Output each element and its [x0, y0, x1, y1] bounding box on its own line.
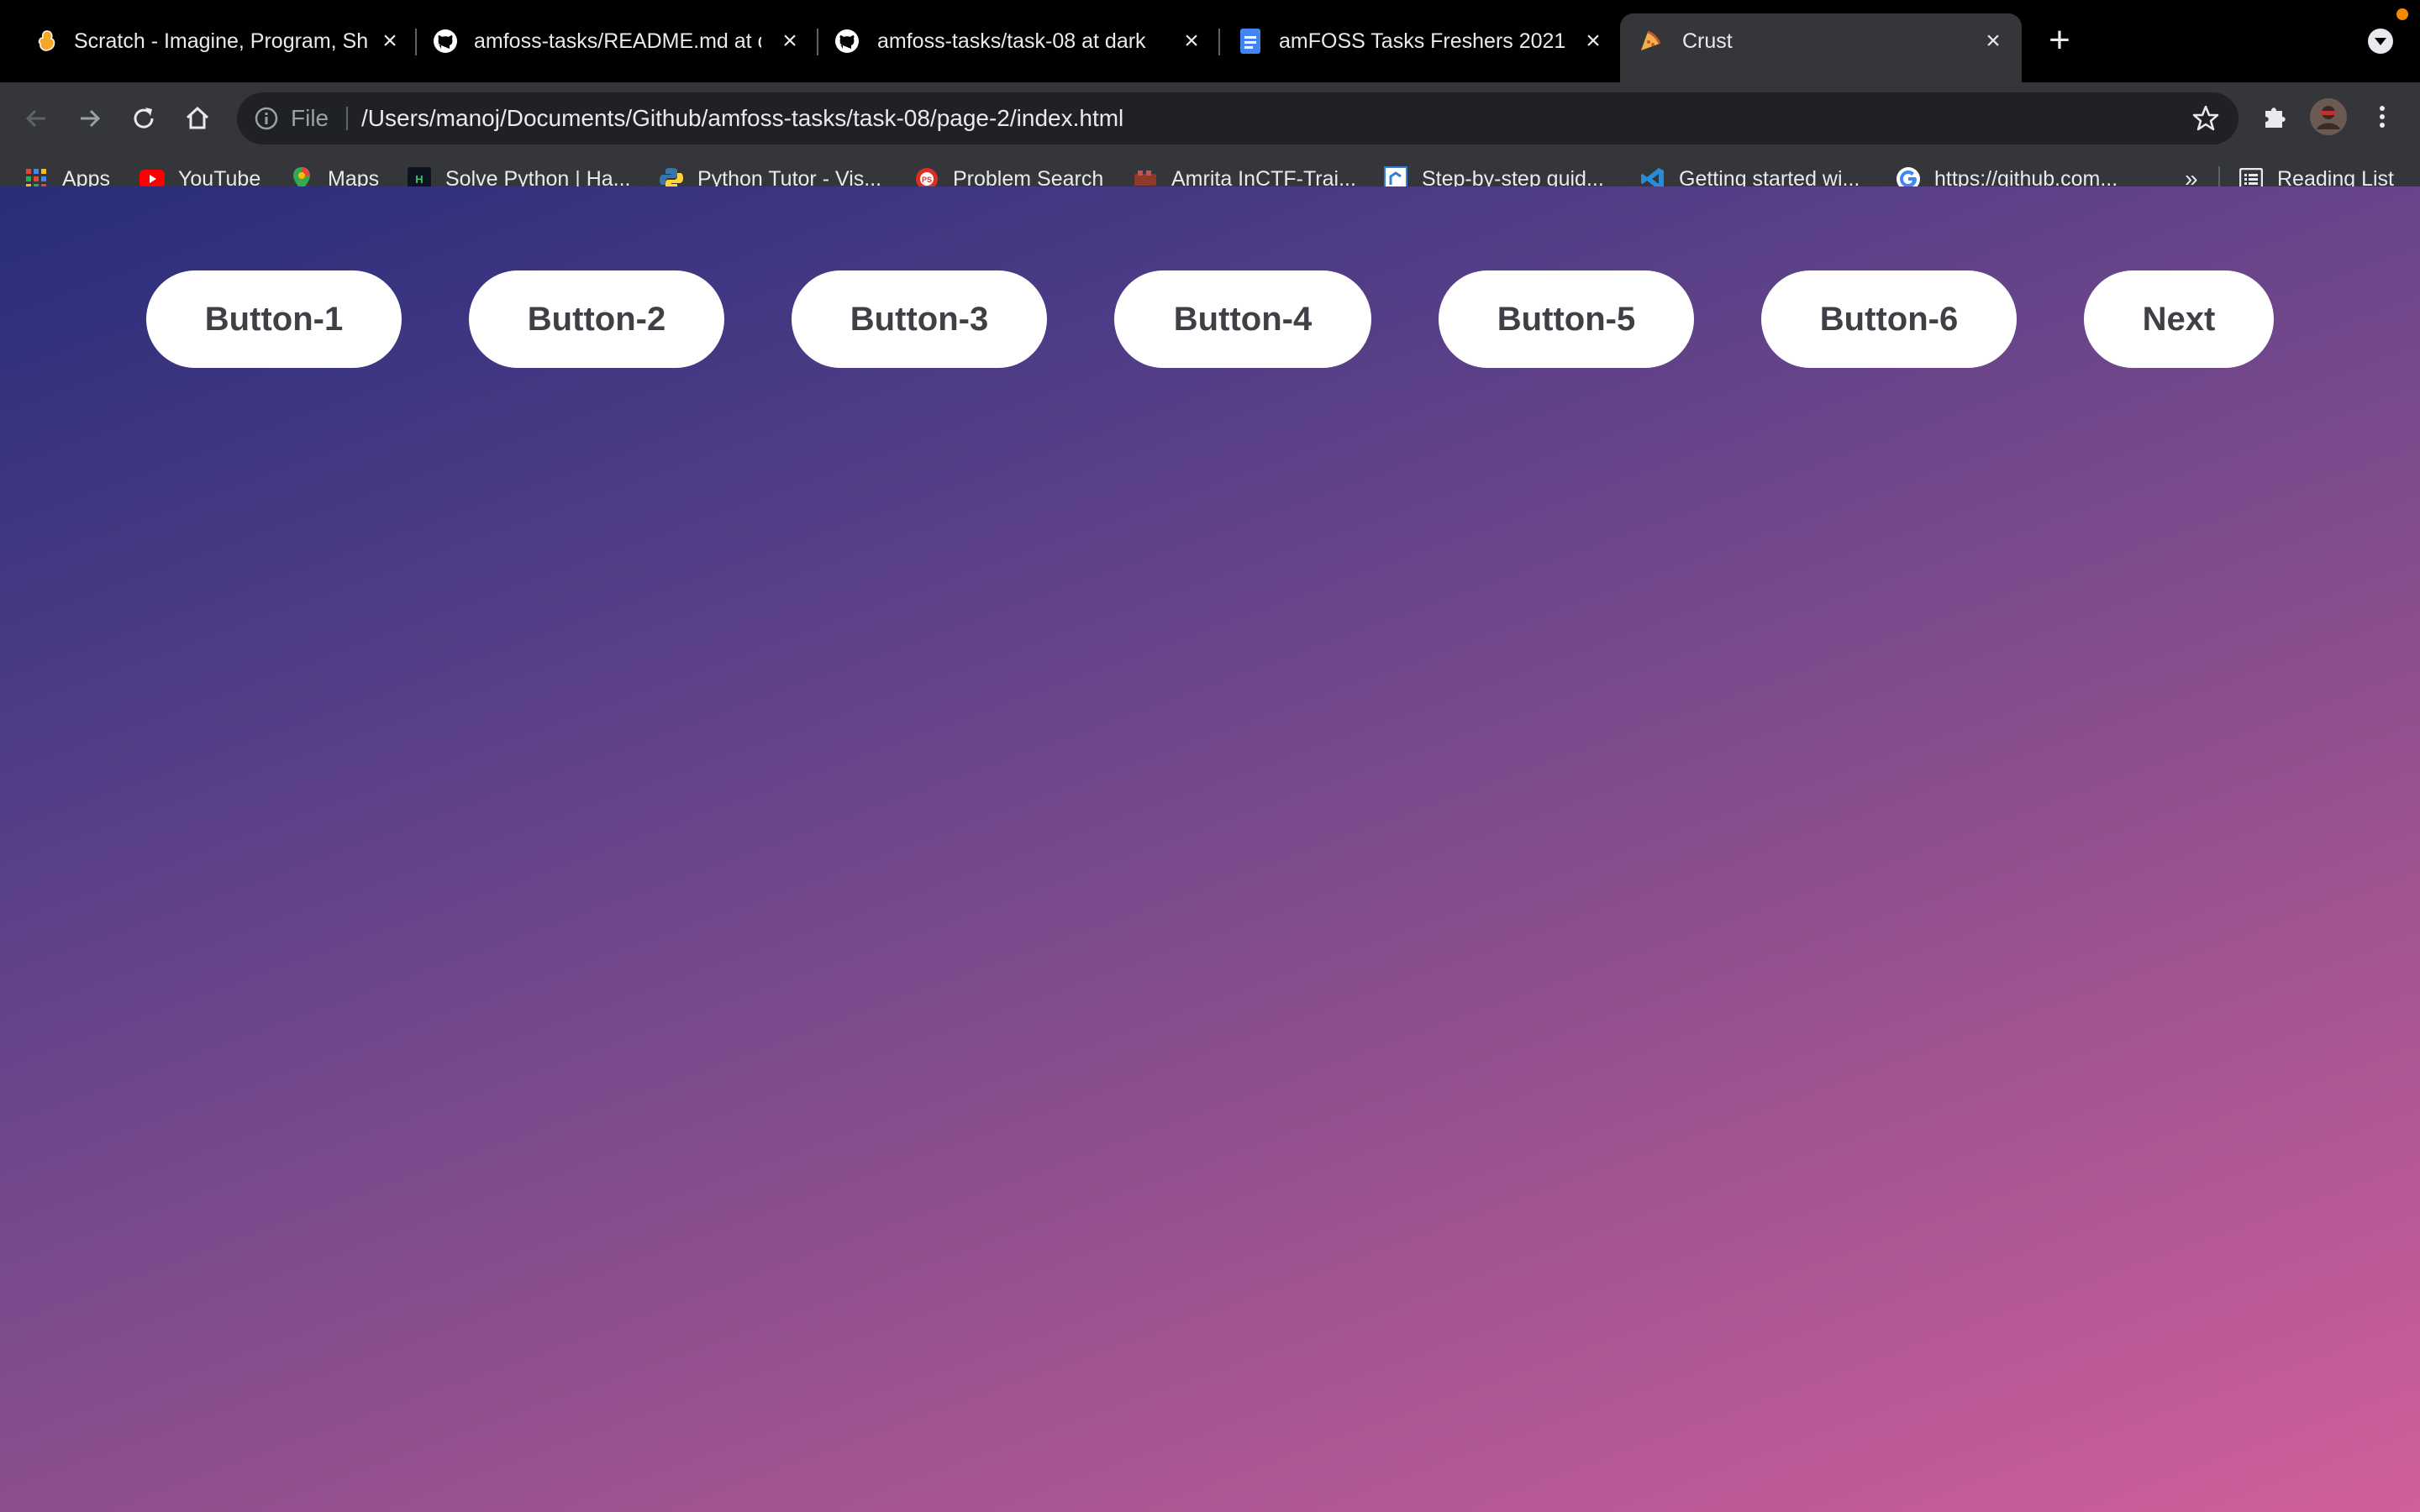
close-icon[interactable]: × [376, 27, 403, 55]
profile-button[interactable] [2309, 97, 2348, 136]
forward-arrow-icon [81, 109, 101, 128]
tab-crust[interactable]: Crust × [1620, 13, 2022, 82]
back-arrow-icon [25, 109, 45, 128]
close-icon[interactable]: × [1980, 27, 2007, 55]
tab-title: Scratch - Imagine, Program, Sh [74, 29, 369, 53]
back-button[interactable] [17, 99, 55, 138]
address-divider [346, 107, 348, 130]
tab-google-doc[interactable]: amFOSS Tasks Freshers 2021 - × [1222, 13, 1615, 69]
page-viewport: Button-1 Button-2 Button-3 Button-4 Butt… [0, 186, 2420, 1512]
bookmark-star-icon[interactable] [2191, 104, 2220, 133]
new-tab-button[interactable]: + [2042, 22, 2077, 59]
home-icon [186, 106, 209, 129]
extensions-button[interactable] [2255, 97, 2294, 136]
puzzle-icon [2265, 108, 2286, 128]
avatar [2310, 98, 2347, 135]
reload-button[interactable] [124, 99, 163, 138]
next-button[interactable]: Next [2084, 270, 2274, 368]
home-button[interactable] [178, 99, 217, 138]
notification-dot [2396, 8, 2408, 20]
tab-divider [415, 29, 417, 55]
tab-divider [817, 29, 818, 55]
close-icon[interactable]: × [1178, 27, 1205, 55]
button-1[interactable]: Button-1 [146, 270, 402, 368]
tab-title: amfoss-tasks/task-08 at dark [877, 29, 1146, 53]
menu-button[interactable] [2363, 97, 2402, 136]
tab-github-readme[interactable]: amfoss-tasks/README.md at d × [418, 13, 812, 69]
github-icon [432, 28, 459, 55]
close-icon[interactable]: × [776, 27, 803, 55]
pizza-icon [1637, 28, 1664, 55]
tab-title: Crust [1682, 29, 1733, 53]
address-bar[interactable]: File /Users/manoj/Documents/Github/amfos… [237, 92, 2238, 144]
close-icon[interactable]: × [1580, 27, 1607, 55]
kebab-menu-icon [2380, 106, 2385, 128]
button-4[interactable]: Button-4 [1114, 270, 1371, 368]
tab-divider [1218, 29, 1220, 55]
forward-button[interactable] [71, 99, 109, 138]
scheme-label: File [291, 105, 329, 131]
button-2[interactable]: Button-2 [469, 270, 724, 368]
browser-toolbar: File /Users/manoj/Documents/Github/amfos… [0, 82, 2420, 202]
button-3[interactable]: Button-3 [792, 270, 1047, 368]
reload-icon [134, 108, 154, 129]
button-6[interactable]: Button-6 [1761, 270, 2017, 368]
tab-strip: Scratch - Imagine, Program, Sh × amfoss-… [0, 0, 2420, 82]
tab-title: amFOSS Tasks Freshers 2021 - [1279, 29, 1566, 53]
info-icon [255, 107, 278, 130]
tab-github-task08[interactable]: amfoss-tasks/task-08 at dark × [820, 13, 1213, 69]
svg-text:PS: PS [922, 176, 932, 184]
github-icon [834, 28, 860, 55]
url-text[interactable]: /Users/manoj/Documents/Github/amfoss-tas… [361, 92, 1123, 144]
svg-text:H: H [415, 173, 423, 186]
scratch-icon [34, 28, 60, 55]
tab-scratch[interactable]: Scratch - Imagine, Program, Sh × [17, 13, 410, 69]
google-docs-icon [1237, 28, 1264, 55]
tab-title: amfoss-tasks/README.md at d [474, 29, 761, 53]
button-5[interactable]: Button-5 [1439, 270, 1694, 368]
tab-search-icon[interactable] [2368, 29, 2393, 54]
